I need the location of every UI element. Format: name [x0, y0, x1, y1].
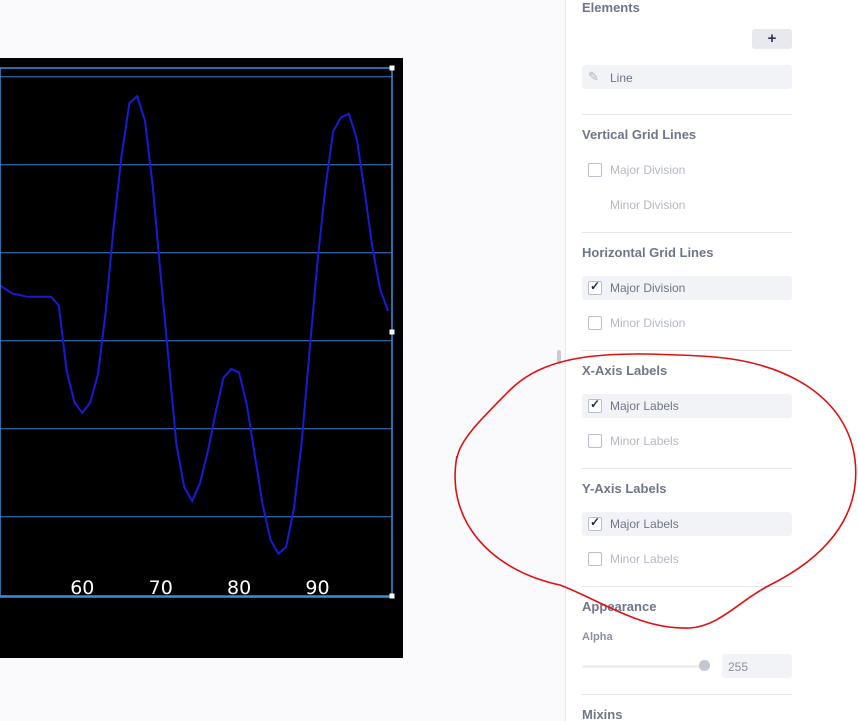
vertical-grid-section-title: Vertical Grid Lines [582, 127, 697, 142]
add-element-button[interactable]: + [752, 29, 792, 49]
horizontal-grid-minor-checkbox[interactable] [588, 316, 602, 330]
x-axis-major-labels-option[interactable]: ✓ Major Labels [582, 394, 792, 418]
appearance-section-title: Appearance [582, 599, 657, 614]
canvas-area: 60 70 80 90 [0, 0, 565, 721]
section-divider [582, 694, 792, 695]
panel-resize-handle[interactable] [557, 350, 561, 364]
properties-panel: Elements + ✎ Line Vertical Grid Lines Ma… [565, 0, 858, 721]
section-divider [582, 468, 792, 469]
y-axis-major-labels-checkbox[interactable]: ✓ [588, 515, 602, 531]
selection-handle [389, 329, 395, 335]
horizontal-grid-major-option[interactable]: ✓ Major Division [582, 276, 792, 300]
alpha-label: Alpha [582, 631, 613, 643]
mixins-section-title: Mixins [582, 707, 623, 721]
section-divider [582, 232, 792, 233]
horizontal-grid-minor-label: Minor Division [610, 316, 686, 330]
alpha-slider-track[interactable] [582, 665, 710, 668]
y-axis-major-labels-label: Major Labels [610, 517, 679, 531]
check-icon: ✓ [590, 279, 601, 293]
section-divider [582, 114, 792, 115]
y-axis-minor-labels-label: Minor Labels [610, 552, 679, 566]
x-axis-major-labels-label: Major Labels [610, 399, 679, 413]
chart-widget[interactable]: 60 70 80 90 [0, 58, 403, 658]
horizontal-grid-major-checkbox[interactable]: ✓ [588, 279, 602, 295]
x-axis-minor-labels-option[interactable]: Minor Labels [582, 429, 792, 453]
alpha-slider-thumb[interactable] [699, 660, 710, 671]
alpha-value-input[interactable]: 255 [722, 654, 792, 678]
horizontal-grid-section-title: Horizontal Grid Lines [582, 245, 714, 260]
line-element-item[interactable]: ✎ Line [582, 65, 792, 89]
vertical-grid-major-label: Major Division [610, 163, 686, 177]
horizontal-grid-minor-option[interactable]: Minor Division [582, 311, 792, 335]
section-divider [582, 586, 792, 587]
check-icon: ✓ [590, 515, 601, 529]
y-axis-minor-labels-option[interactable]: Minor Labels [582, 547, 792, 571]
elements-section-title: Elements [582, 0, 640, 15]
vertical-grid-major-option[interactable]: Major Division [582, 158, 792, 182]
selection-handle [389, 65, 395, 71]
y-axis-minor-labels-checkbox[interactable] [588, 552, 602, 566]
section-divider [582, 350, 792, 351]
chart-plot: 60 70 80 90 [0, 65, 395, 599]
line-element-label: Line [610, 71, 633, 85]
x-axis-minor-labels-checkbox[interactable] [588, 434, 602, 448]
check-icon: ✓ [590, 397, 601, 411]
horizontal-grid-major-label: Major Division [610, 281, 686, 295]
vertical-grid-minor-label: Minor Division [610, 198, 686, 212]
pencil-icon: ✎ [588, 69, 599, 84]
x-axis-labels-section-title: X-Axis Labels [582, 363, 668, 378]
x-axis-major-labels-checkbox[interactable]: ✓ [588, 397, 602, 413]
vertical-grid-minor-option[interactable]: Minor Division [582, 193, 792, 217]
y-axis-labels-section-title: Y-Axis Labels [582, 481, 667, 496]
y-axis-major-labels-option[interactable]: ✓ Major Labels [582, 512, 792, 536]
x-axis-minor-labels-label: Minor Labels [610, 434, 679, 448]
vertical-grid-major-checkbox[interactable] [588, 163, 602, 177]
selection-handle [389, 593, 395, 599]
